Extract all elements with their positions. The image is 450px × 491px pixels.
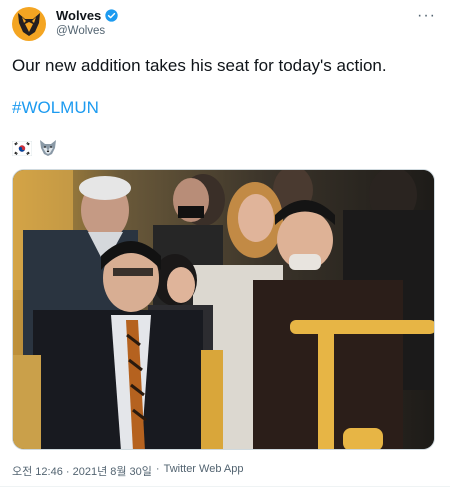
wolf-logo-icon xyxy=(18,13,40,36)
south-korea-flag-icon xyxy=(12,140,32,156)
verified-badge-icon xyxy=(105,9,118,22)
avatar[interactable] xyxy=(12,7,46,41)
author-name[interactable]: Wolves xyxy=(56,8,101,23)
author-handle[interactable]: @Wolves xyxy=(56,25,105,37)
source-app[interactable]: Twitter Web App xyxy=(164,463,244,479)
divider xyxy=(0,486,450,487)
wolf-icon xyxy=(40,140,56,156)
meta-separator: · xyxy=(155,463,160,475)
tweet-emojis xyxy=(12,139,58,157)
tweet-photo[interactable] xyxy=(12,169,435,450)
timestamp[interactable]: 오전 12:46 · 2021년 8월 30일 xyxy=(12,463,152,479)
tweet-meta: 오전 12:46 · 2021년 8월 30일 · Twitter Web Ap… xyxy=(12,463,243,479)
more-options-icon[interactable]: ··· xyxy=(417,7,436,25)
tweet-text: Our new addition takes his seat for toda… xyxy=(12,56,387,75)
stadium-photo-image xyxy=(13,170,434,449)
hashtag-link[interactable]: #WOLMUN xyxy=(12,98,99,118)
